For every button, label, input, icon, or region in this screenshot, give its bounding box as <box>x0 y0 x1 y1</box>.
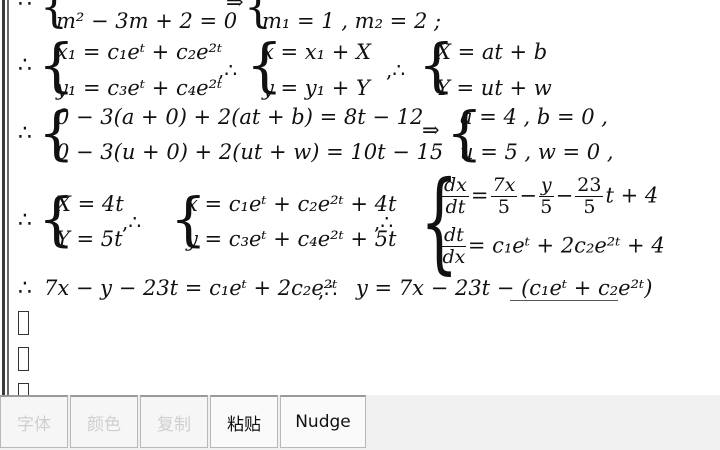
therefore-symbol: ∴ <box>18 208 32 233</box>
implies-arrow: ⇒ <box>226 0 244 14</box>
Y-particular-solution: Y = 5t <box>56 227 123 251</box>
paste-button[interactable]: 粘贴 <box>210 395 278 448</box>
X-particular-solution: X = 4t <box>56 192 124 216</box>
x-superposition: x = x₁ + X <box>262 40 371 64</box>
therefore-symbol: ∴ <box>18 53 32 78</box>
y1-general-solution: y₁ = c₃eᵗ + c₄e²ᵗ <box>56 76 223 100</box>
characteristic-equation: m² − 3m + 2 = 0 <box>56 9 238 33</box>
y-full-solution: y = c₃eᵗ + c₄e²ᵗ + 5t <box>186 227 397 251</box>
y-superposition: y = y₁ + Y <box>262 76 370 100</box>
y-solution: y = 7x − 23t − (c₁eᵗ + c₂e²ᵗ) <box>356 276 653 300</box>
font-button[interactable]: 字体 <box>0 395 68 448</box>
implies-arrow: ⇒ <box>422 118 440 142</box>
X-particular-form: X = at + b <box>436 40 548 64</box>
x1-general-solution: x₁ = c₁eᵗ + c₂e²ᵗ <box>56 40 223 64</box>
x-full-solution: x = c₁eᵗ + c₂e²ᵗ + 4t <box>186 192 397 216</box>
empty-line-placeholder[interactable] <box>18 347 29 371</box>
left-margin-bar <box>2 0 5 395</box>
empty-line-placeholder[interactable] <box>18 383 29 395</box>
Y-particular-form: Y = ut + w <box>436 76 552 100</box>
nudge-button[interactable]: Nudge <box>280 395 366 448</box>
coefficient-equation-1: 0 − 3(a + 0) + 2(at + b) = 8t − 12 <box>56 105 424 129</box>
separator: ,∴ <box>218 58 238 82</box>
separator: ,∴ <box>318 278 338 302</box>
left-margin-bar-inner <box>7 0 9 395</box>
math-editor[interactable]: ∴ { m² − 3m + 2 = 0 ⇒ { m₁ = 1 , m₂ = 2 … <box>0 0 720 395</box>
therefore-symbol: ∴ <box>18 0 32 13</box>
selection-underline <box>510 300 618 301</box>
derivative-equation-1: dx dt = 7x 5− y 5−23 5 t + 4 <box>442 174 659 218</box>
coefficients-ab: a = 4 , b = 0 , <box>460 105 608 129</box>
separator: ,∴ <box>374 210 394 234</box>
therefore-symbol: ∴ <box>18 276 32 301</box>
roots-result: m₁ = 1 , m₂ = 2 ; <box>262 9 442 33</box>
separator: ,∴ <box>386 58 406 82</box>
copy-button[interactable]: 复制 <box>140 395 208 448</box>
empty-line-placeholder[interactable] <box>18 311 29 335</box>
bottom-toolbar: 字体 颜色 复制 粘贴 Nudge <box>0 395 720 450</box>
combined-equation: 7x − y − 23t = c₁eᵗ + 2c₂e²ᵗ <box>44 276 338 300</box>
derivative-equation-2: dt dx = c₁eᵗ + 2c₂e²ᵗ + 4 <box>442 224 665 268</box>
therefore-symbol: ∴ <box>18 121 32 146</box>
color-button[interactable]: 颜色 <box>70 395 138 448</box>
coefficients-uw: u = 5 , w = 0 , <box>460 140 614 164</box>
coefficient-equation-2: 0 − 3(u + 0) + 2(ut + w) = 10t − 15 <box>56 140 444 164</box>
separator: ,∴ <box>122 210 142 234</box>
